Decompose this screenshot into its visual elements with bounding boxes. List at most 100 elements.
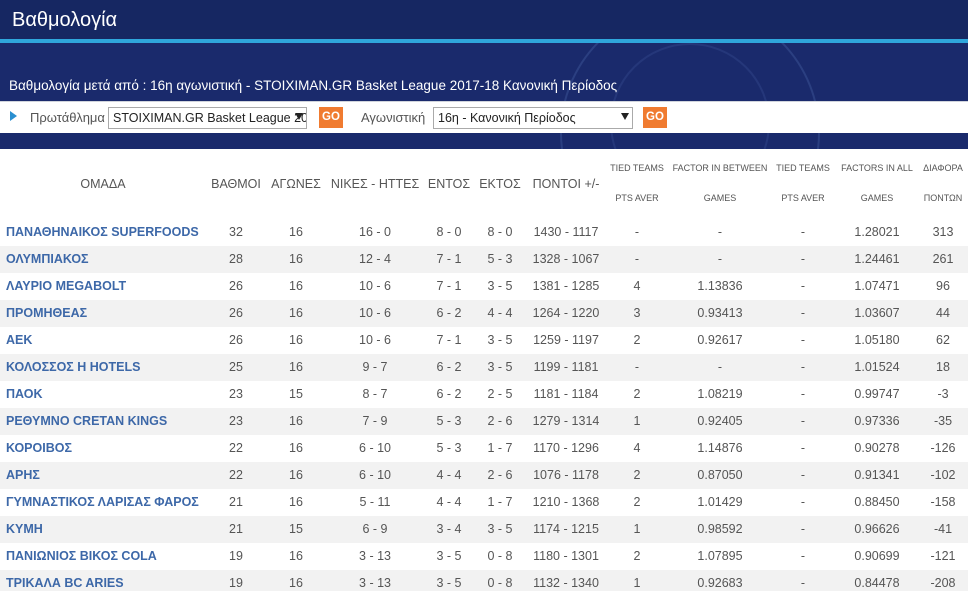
cell-away: 3 - 5	[487, 360, 513, 374]
cell-home: 7 - 1	[436, 279, 462, 293]
cell-score: 1180 - 1301	[533, 549, 599, 563]
cell-home: 4 - 4	[436, 495, 462, 509]
team-link[interactable]: ΡΕΘΥΜΝΟ CRETAN KINGS	[6, 414, 167, 428]
cell-tied2: -	[800, 522, 806, 536]
team-link[interactable]: ΑΕΚ	[6, 333, 32, 347]
table-row: ΓΥΜΝΑΣΤΙΚΟΣ ΛΑΡΙΣΑΣ ΦΑΡΟΣ 21 16 5 - 11 4 - 4…	[0, 489, 968, 516]
cell-tied2: -	[800, 306, 806, 320]
championship-go-button[interactable]: GO	[319, 107, 343, 128]
team-link[interactable]: ΚΟΛΟΣΣΟΣ Η HOTELS	[6, 360, 140, 374]
page-header: Βαθμολογία	[0, 0, 968, 39]
table-row: ΚΥΜΗ 21 15 6 - 9 3 - 4 3 - 5 1174 - 1215 1 0.985…	[0, 516, 968, 543]
cell-diff: 261	[932, 252, 954, 266]
table-row: ΤΡΙΚΑΛΑ BC ARIES 19 16 3 - 13 3 - 5 0 - 8 1132…	[0, 570, 968, 591]
cell-factor2: 0.91341	[854, 468, 900, 482]
cell-points: 22	[229, 468, 243, 482]
cell-away: 0 - 8	[487, 576, 513, 590]
cell-diff: 18	[936, 360, 950, 374]
team-link[interactable]: ΠΑΟΚ	[6, 387, 42, 401]
cell-wl: 10 - 6	[359, 279, 391, 293]
cell-tied2: -	[800, 495, 806, 509]
cell-diff: -35	[933, 414, 953, 428]
col-header-factor1-top: FACTOR IN BETWEEN	[672, 163, 768, 173]
round-label: Αγωνιστική	[361, 110, 426, 125]
cell-games: 16	[289, 414, 303, 428]
cell-home: 6 - 2	[436, 360, 462, 374]
cell-diff: 313	[932, 225, 954, 239]
col-header-score: ΠΟΝΤΟΙ +/-	[532, 177, 600, 191]
col-header-games: ΑΓΩΝΕΣ	[271, 177, 321, 191]
cell-games: 16	[289, 360, 303, 374]
cell-wl: 6 - 10	[359, 441, 391, 455]
arrow-right-icon	[10, 111, 17, 121]
cell-factor1: 0.92683	[697, 576, 743, 590]
team-link[interactable]: ΠΑΝΙΩΝΙΟΣ ΒΙΚΟΣ COLA	[6, 549, 157, 563]
cell-score: 1174 - 1215	[533, 522, 599, 536]
cell-score: 1132 - 1340	[533, 576, 599, 590]
cell-wl: 12 - 4	[359, 252, 391, 266]
cell-factor2: 1.07471	[854, 279, 900, 293]
table-row: ΠΑΝΙΩΝΙΟΣ ΒΙΚΟΣ COLA 19 16 3 - 13 3 - 5 0 - 8…	[0, 543, 968, 570]
team-link[interactable]: ΟΛΥΜΠΙΑΚΟΣ	[6, 252, 89, 266]
cell-tied1: 2	[633, 468, 641, 482]
cell-factor1: -	[717, 252, 723, 266]
col-header-diff-bottom: ΠΟΝΤΩΝ	[923, 193, 963, 203]
cell-points: 19	[229, 576, 243, 590]
col-header-home: ΕΝΤΟΣ	[427, 177, 471, 191]
cell-games: 16	[289, 576, 303, 590]
team-link[interactable]: ΑΡΗΣ	[6, 468, 40, 482]
team-link[interactable]: ΓΥΜΝΑΣΤΙΚΟΣ ΛΑΡΙΣΑΣ ΦΑΡΟΣ	[6, 495, 199, 509]
cell-wl: 10 - 6	[359, 333, 391, 347]
cell-factor2: 0.88450	[854, 495, 900, 509]
table-row: ΠΡΟΜΗΘΕΑΣ 26 16 10 - 6 6 - 2 4 - 4 1264 - 1220…	[0, 300, 968, 327]
cell-tied1: 4	[633, 279, 641, 293]
col-header-tied1-top: TIED TEAMS	[610, 163, 664, 173]
cell-tied2: -	[800, 576, 806, 590]
cell-points: 25	[229, 360, 243, 374]
cell-score: 1170 - 1296	[533, 441, 599, 455]
round-select[interactable]: 16η - Κανονική Περίοδος	[433, 107, 633, 129]
round-go-button[interactable]: GO	[643, 107, 667, 128]
cell-tied2: -	[800, 387, 806, 401]
cell-home: 7 - 1	[436, 252, 462, 266]
team-link[interactable]: ΚΥΜΗ	[6, 522, 43, 536]
cell-score: 1259 - 1197	[533, 333, 599, 347]
cell-tied2: -	[800, 414, 806, 428]
cell-points: 19	[229, 549, 243, 563]
cell-points: 26	[229, 279, 243, 293]
championship-select[interactable]: STOIXIMAN.GR Basket League 2017-18	[108, 107, 307, 129]
cell-points: 21	[229, 495, 243, 509]
col-header-factor2-bottom: GAMES	[860, 193, 894, 203]
cell-away: 2 - 6	[487, 414, 513, 428]
team-link[interactable]: ΚΟΡΟΙΒΟΣ	[6, 441, 72, 455]
cell-away: 3 - 5	[487, 522, 513, 536]
team-link[interactable]: ΠΡΟΜΗΘΕΑΣ	[6, 306, 87, 320]
cell-tied1: 2	[633, 387, 641, 401]
team-link[interactable]: ΤΡΙΚΑΛΑ BC ARIES	[6, 576, 124, 590]
cell-factor1: 0.92617	[697, 333, 743, 347]
cell-wl: 6 - 9	[362, 522, 388, 536]
cell-tied1: 1	[633, 576, 641, 590]
cell-wl: 5 - 11	[359, 495, 391, 509]
cell-away: 2 - 5	[487, 387, 513, 401]
cell-diff: 62	[936, 333, 950, 347]
cell-points: 23	[229, 414, 243, 428]
cell-home: 3 - 5	[436, 549, 462, 563]
cell-games: 15	[289, 387, 303, 401]
cell-points: 21	[229, 522, 243, 536]
cell-wl: 3 - 13	[359, 549, 391, 563]
caret-down-icon	[295, 113, 303, 120]
cell-diff: -41	[933, 522, 953, 536]
cell-tied2: -	[800, 441, 806, 455]
team-link[interactable]: ΠΑΝΑΘΗΝΑΙΚΟΣ SUPERFOODS	[6, 225, 199, 239]
team-link[interactable]: ΛΑΥΡΙΟ MEGABOLT	[6, 279, 126, 293]
cell-tied1: 2	[633, 333, 641, 347]
cell-factor2: 1.24461	[854, 252, 900, 266]
cell-away: 3 - 5	[487, 279, 513, 293]
table-row: ΠΑΟΚ 23 15 8 - 7 6 - 2 2 - 5 1181 - 1184 2 1.082…	[0, 381, 968, 408]
cell-games: 16	[289, 549, 303, 563]
cell-points: 28	[229, 252, 243, 266]
cell-games: 15	[289, 522, 303, 536]
championship-select-value: STOIXIMAN.GR Basket League 2017-18	[113, 111, 306, 125]
table-row: ΟΛΥΜΠΙΑΚΟΣ 28 16 12 - 4 7 - 1 5 - 3 1328 - 106…	[0, 246, 968, 273]
